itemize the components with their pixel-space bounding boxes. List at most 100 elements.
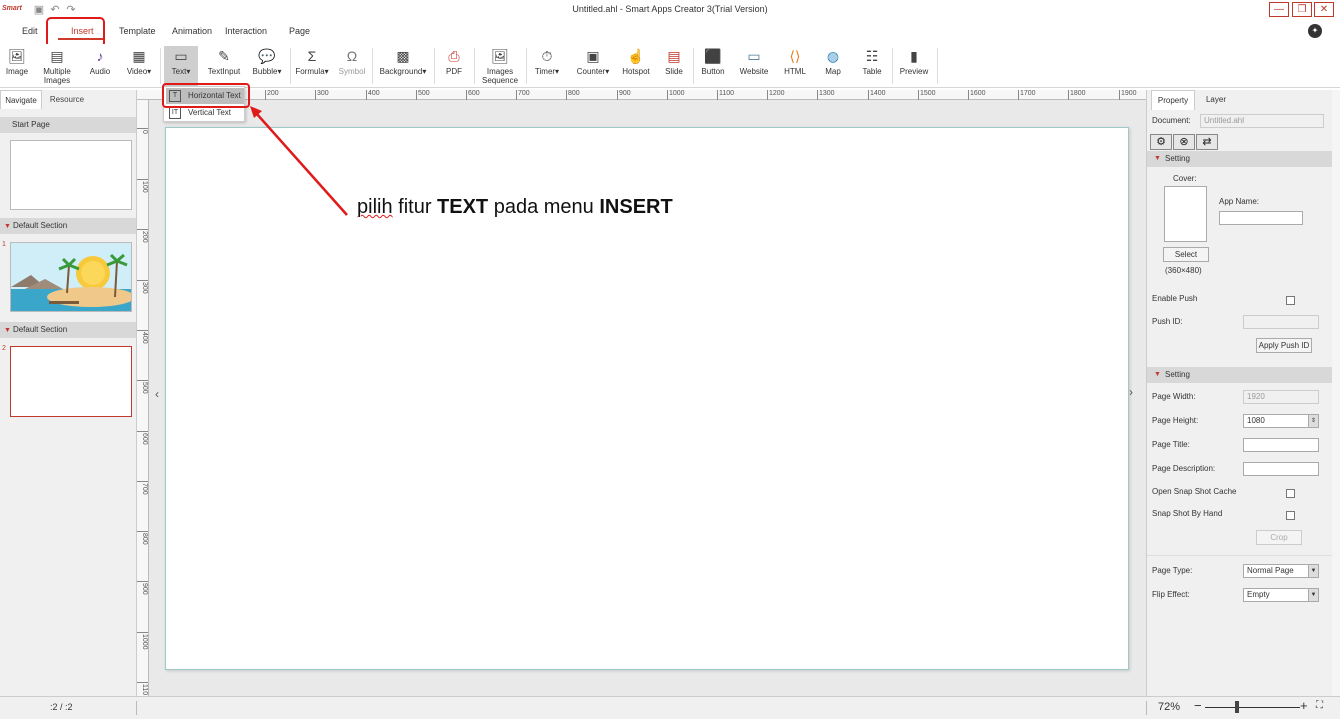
enable-push-checkbox[interactable] — [1286, 296, 1295, 305]
ruler-tick: 700 — [137, 481, 148, 507]
image-tool[interactable]: 🖼 Image — [3, 46, 31, 86]
setting-section-header[interactable]: ▼ Setting — [1147, 151, 1333, 167]
app-name-field[interactable] — [1219, 211, 1303, 225]
gear-icon[interactable]: ⚙ — [1150, 134, 1172, 150]
page-indicator: :2 / :2 — [50, 702, 73, 712]
multiple-images-tool[interactable]: ▤ Multiple Images — [38, 46, 76, 86]
images-sequence-icon: 🖼 — [491, 48, 509, 64]
page-height-stepper[interactable]: 1080 ⇕ — [1243, 414, 1319, 428]
page-type-select[interactable]: Normal Page ▼ — [1243, 564, 1319, 578]
ribbon-separator — [937, 48, 938, 84]
tab-layer[interactable]: Layer — [1199, 90, 1233, 110]
swap-arrows-icon[interactable]: ⇄ — [1196, 134, 1218, 150]
video-tool[interactable]: ▦ Video▾ — [122, 46, 156, 86]
page-title-field[interactable] — [1243, 438, 1319, 452]
minimize-button[interactable]: — — [1269, 2, 1289, 17]
page-1-thumbnail[interactable] — [10, 242, 132, 312]
chevron-right-icon[interactable]: › — [1129, 385, 1133, 399]
start-page-thumbnail[interactable] — [10, 140, 132, 210]
page-description-label: Page Description: — [1152, 464, 1216, 473]
property-panel-scrollbar[interactable] — [1332, 90, 1340, 696]
crop-button[interactable]: Crop — [1256, 530, 1302, 545]
page-2-thumbnail[interactable] — [10, 346, 132, 417]
bubble-tool[interactable]: 💬 Bubble▾ — [249, 46, 285, 86]
editor-canvas-area: 200 300 400 500 600 700 800 900 1000 110… — [137, 90, 1146, 696]
ribbon-separator — [474, 48, 475, 84]
collapse-icon: ▼ — [4, 223, 11, 230]
tab-template[interactable]: Template — [119, 26, 156, 36]
zoom-in-icon[interactable]: + — [1300, 698, 1308, 713]
background-tool[interactable]: ▩ Background▾ — [376, 46, 430, 86]
table-tool[interactable]: ☷ Table — [858, 46, 886, 86]
section-header[interactable]: ▼ Default Section — [0, 218, 136, 234]
fit-screen-icon[interactable]: ⛶ — [1316, 700, 1323, 711]
help-icon[interactable]: ✦ — [1308, 24, 1322, 38]
page-width-label: Page Width: — [1152, 392, 1196, 401]
preview-tool[interactable]: ▮ Preview — [897, 46, 931, 86]
slide-tool[interactable]: ▤ Slide — [660, 46, 688, 86]
select-cover-button[interactable]: Select — [1163, 247, 1209, 262]
timer-tool[interactable]: ⏱ Timer▾ — [530, 46, 564, 86]
ruler-tick: 900 — [137, 581, 148, 607]
snap-hand-checkbox[interactable] — [1286, 511, 1295, 520]
symbol-icon: Ω — [346, 48, 358, 64]
textinput-tool[interactable]: ✎ TextInput — [204, 46, 244, 86]
snap-cache-label: Open Snap Shot Cache — [1152, 487, 1237, 496]
tab-resource[interactable]: Resource — [42, 90, 92, 109]
pdf-tool[interactable]: ⎙ PDF — [440, 46, 468, 86]
ribbon-separator — [372, 48, 373, 84]
hotspot-tool[interactable]: ☝ Hotspot — [619, 46, 653, 86]
window-title: Untitled.ahl - Smart Apps Creator 3(Tria… — [572, 4, 768, 14]
ribbon-toolbar: 🖼 Image ▤ Multiple Images ♪ Audio ▦ Vide… — [0, 44, 1340, 88]
ruler-tick: 1000 — [667, 90, 685, 100]
audio-icon: ♪ — [96, 48, 104, 64]
page-description-field[interactable] — [1243, 462, 1319, 476]
zoom-out-icon[interactable]: − — [1194, 698, 1202, 713]
tab-animation[interactable]: Animation — [172, 26, 212, 36]
settings-wheel-icon[interactable]: ⊗ — [1173, 134, 1195, 150]
zoom-level: 72% — [1158, 701, 1181, 713]
horizontal-text-annotation-box — [162, 83, 250, 108]
chevron-left-icon[interactable]: ‹ — [155, 387, 159, 401]
apply-push-id-button[interactable]: Apply Push ID — [1256, 338, 1312, 353]
zoom-slider-handle[interactable] — [1235, 701, 1240, 713]
button-tool[interactable]: ⬛ Button — [697, 46, 729, 86]
images-sequence-tool[interactable]: 🖼 Images Sequence — [478, 46, 522, 86]
ruler-tick: 500 — [137, 380, 148, 406]
collapse-icon: ▼ — [1154, 371, 1161, 378]
maximize-button[interactable]: ❐ — [1292, 2, 1312, 17]
tab-navigate[interactable]: Navigate — [0, 90, 42, 109]
setting-section-header[interactable]: ▼ Setting — [1147, 367, 1333, 383]
section-header[interactable]: ▼ Default Section — [0, 322, 136, 338]
tab-property[interactable]: Property — [1151, 90, 1195, 110]
ruler-tick: 600 — [137, 431, 148, 457]
counter-tool[interactable]: ▣ Counter▾ — [573, 46, 613, 86]
cover-size-label: (360×480) — [1165, 266, 1202, 275]
stepper-arrows-icon[interactable]: ⇕ — [1308, 415, 1318, 427]
ruler-tick: 1400 — [868, 90, 886, 100]
ruler-tick: 1300 — [817, 90, 835, 100]
audio-tool[interactable]: ♪ Audio — [86, 46, 114, 86]
tab-page[interactable]: Page — [289, 26, 310, 36]
flip-effect-select[interactable]: Empty ▼ — [1243, 588, 1319, 602]
html-tool[interactable]: ⟨⟩ HTML — [780, 46, 810, 86]
text-tool[interactable]: ▭ Text▾ — [164, 46, 198, 86]
close-button[interactable]: ✕ — [1314, 2, 1334, 17]
ruler-tick: 1200 — [767, 90, 785, 100]
tab-edit[interactable]: Edit — [22, 26, 38, 36]
navigation-panel: Navigate Resource Start Page ▼ Default Se… — [0, 90, 137, 696]
zoom-slider[interactable] — [1205, 707, 1300, 708]
website-tool[interactable]: ▭ Website — [735, 46, 773, 86]
snap-hand-label: Snap Shot By Hand — [1152, 509, 1223, 518]
map-tool[interactable]: ◍ Map — [819, 46, 847, 86]
pdf-icon: ⎙ — [448, 48, 460, 64]
chevron-down-icon: ▼ — [1308, 589, 1318, 601]
ruler-tick: 1100 — [717, 90, 734, 100]
tab-interaction[interactable]: Interaction — [225, 26, 267, 36]
symbol-tool[interactable]: Ω Symbol — [336, 46, 368, 86]
push-id-field — [1243, 315, 1319, 329]
vertical-ruler: 0 100 200 300 400 500 600 700 800 900 10… — [137, 100, 149, 696]
snap-cache-checkbox[interactable] — [1286, 489, 1295, 498]
formula-tool[interactable]: Σ Formula▾ — [293, 46, 331, 86]
horizontal-ruler: 200 300 400 500 600 700 800 900 1000 110… — [137, 90, 1146, 100]
